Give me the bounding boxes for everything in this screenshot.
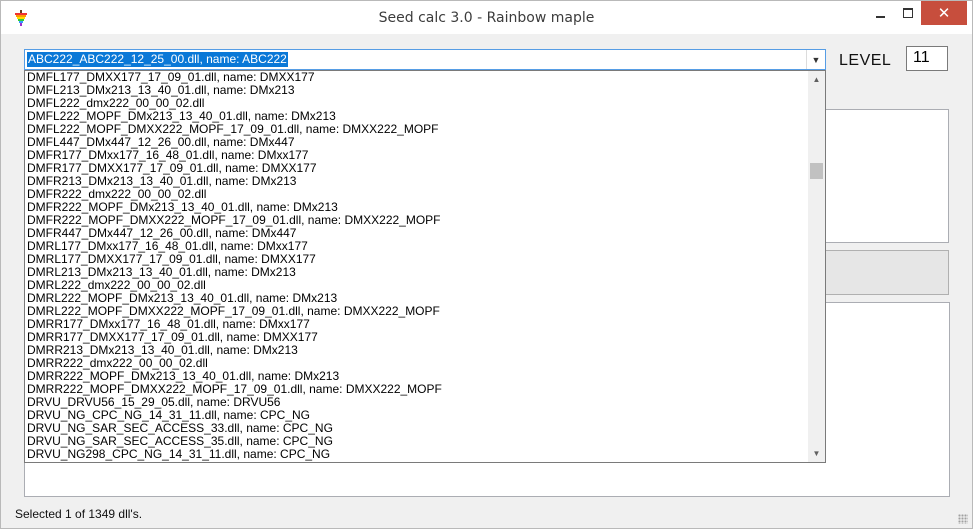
chevron-down-icon: ▼	[811, 54, 821, 65]
minimize-button[interactable]	[864, 1, 896, 25]
maximize-button[interactable]	[896, 1, 920, 25]
title-bar[interactable]: Seed calc 3.0 - Rainbow maple ✕	[1, 1, 972, 34]
close-button[interactable]: ✕	[921, 1, 967, 25]
dropdown-items: DMFL177_DMXX177_17_09_01.dll, name: DMXX…	[25, 71, 808, 461]
resize-grip-icon[interactable]	[958, 514, 968, 524]
minimize-icon	[875, 16, 885, 18]
level-label: LEVEL	[839, 52, 892, 69]
right-top-panel	[824, 109, 949, 243]
dll-dropdown-list[interactable]: DMFL177_DMXX177_17_09_01.dll, name: DMXX…	[24, 70, 826, 463]
main-window: Seed calc 3.0 - Rainbow maple ✕ LEVEL 11…	[0, 0, 973, 529]
status-bar: Selected 1 of 1349 dll's.	[1, 499, 972, 528]
scrollbar-thumb[interactable]	[810, 163, 823, 179]
scroll-up-button[interactable]: ▲	[808, 71, 825, 88]
combobox-dropdown-button[interactable]: ▼	[806, 50, 825, 69]
status-text: Selected 1 of 1349 dll's.	[15, 507, 143, 521]
close-icon: ✕	[937, 5, 951, 22]
scroll-up-icon: ▲	[812, 75, 821, 84]
dll-combobox[interactable]: ABC222_ABC222_12_25_00.dll, name: ABC222…	[24, 49, 826, 70]
maximize-icon	[903, 8, 913, 18]
scroll-down-button[interactable]: ▼	[808, 445, 825, 462]
dropdown-scrollbar[interactable]: ▲ ▼	[808, 71, 825, 462]
window-title: Seed calc 3.0 - Rainbow maple	[378, 10, 595, 26]
scroll-down-icon: ▼	[812, 449, 821, 458]
right-action-button[interactable]	[824, 250, 949, 295]
combobox-selected-text: ABC222_ABC222_12_25_00.dll, name: ABC222	[27, 52, 288, 67]
dropdown-item[interactable]: DRVU_NG298_CPC_NG_14_31_11.dll, name: CP…	[25, 448, 808, 461]
level-input[interactable]: 11	[906, 46, 948, 71]
